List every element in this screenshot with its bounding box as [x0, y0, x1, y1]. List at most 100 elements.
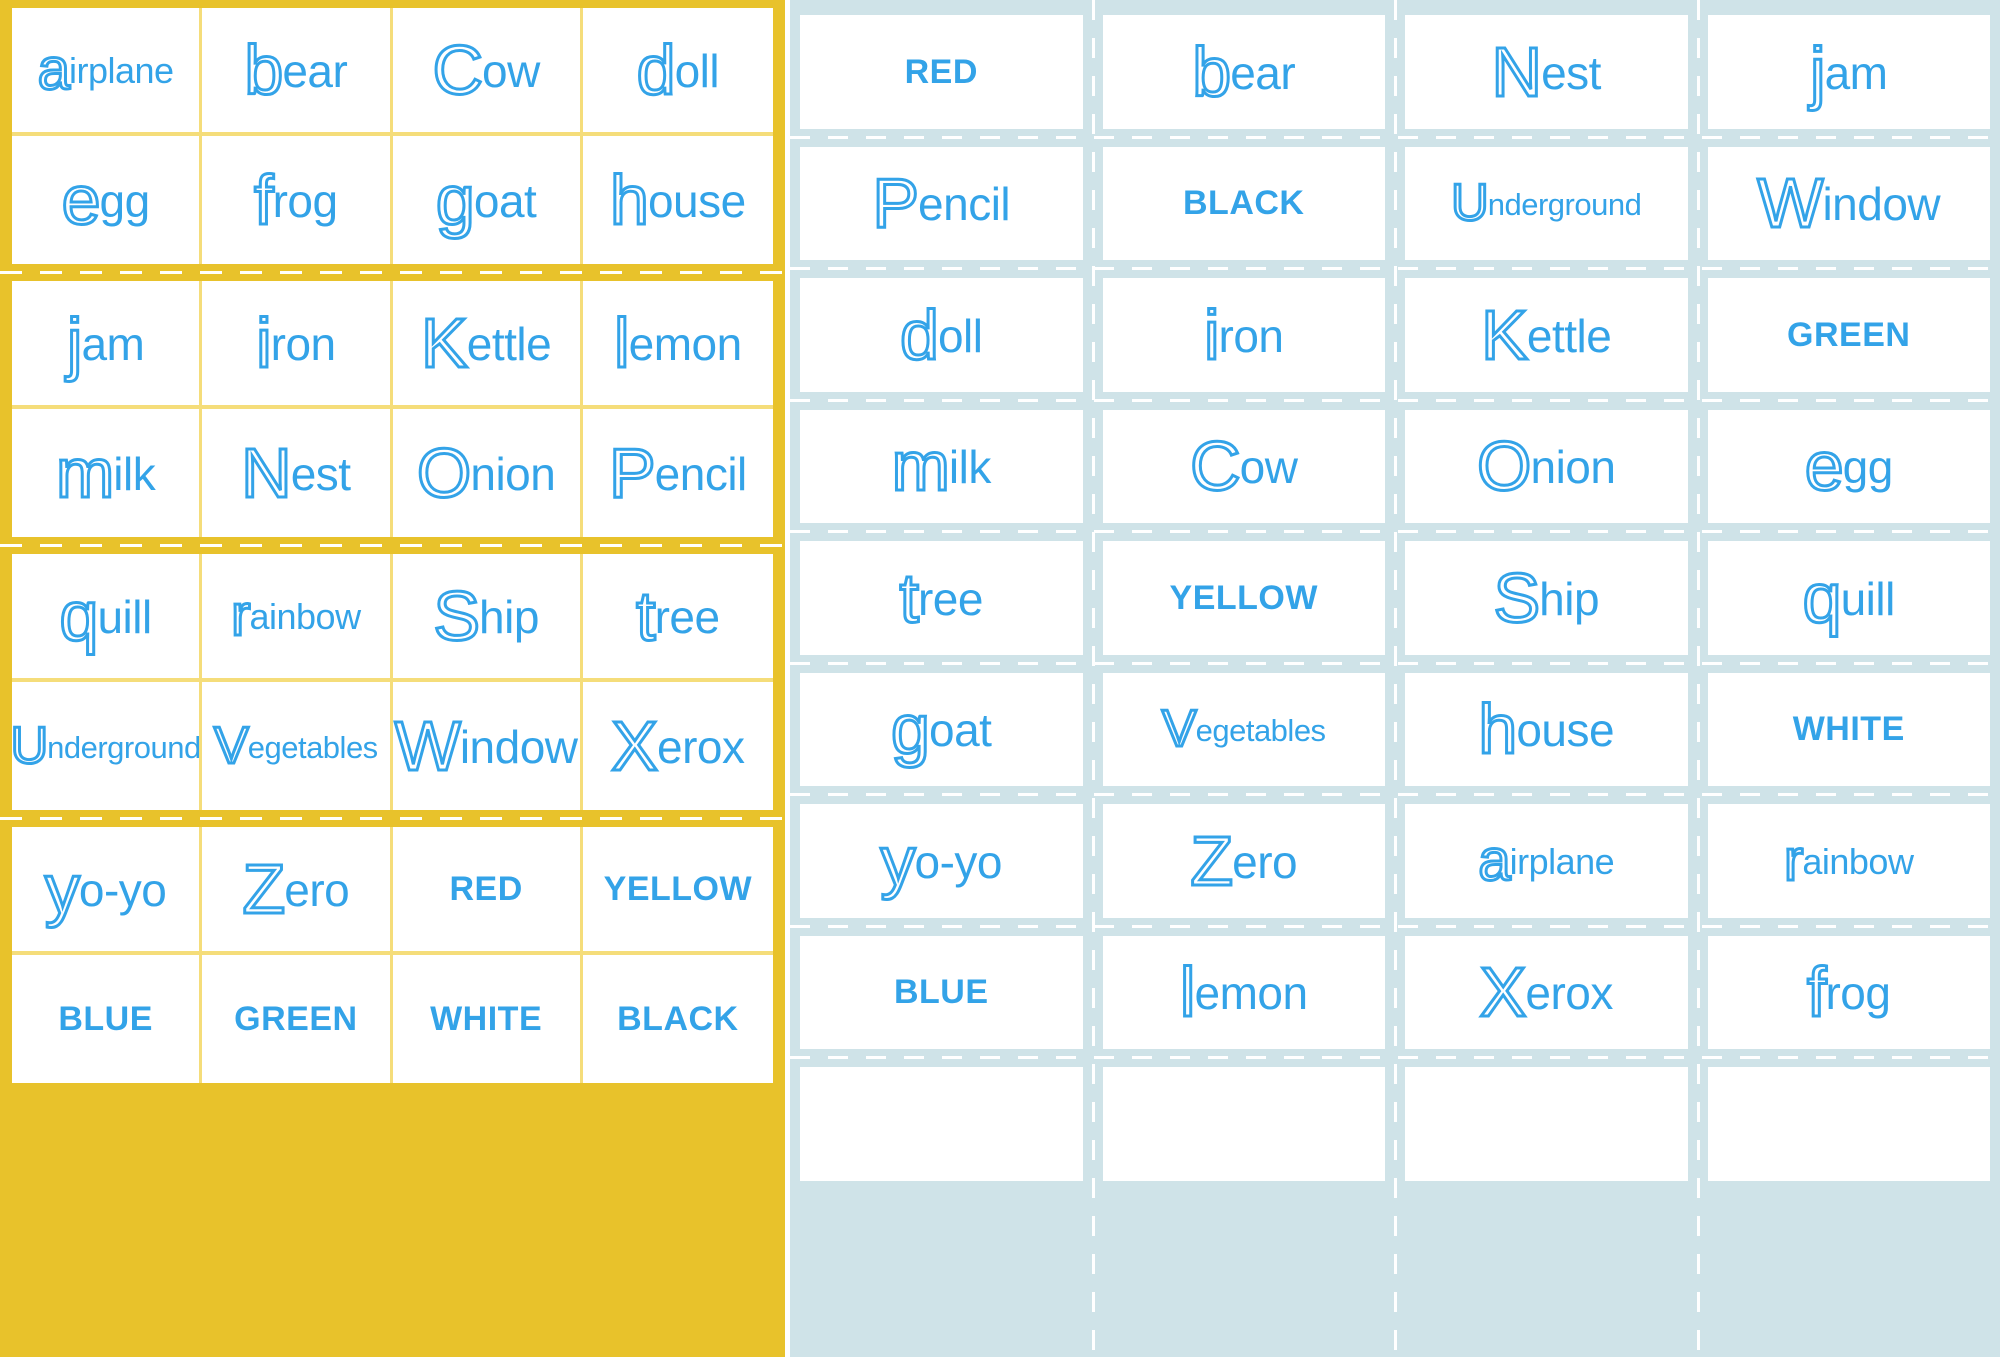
flashcard-cell[interactable]: Kettle — [392, 281, 583, 409]
flashcard-cell[interactable]: Zero — [202, 827, 393, 955]
flashcard-cell[interactable]: Pencil — [582, 409, 773, 537]
flashcard-cell[interactable]: quill — [12, 554, 203, 682]
flashcard-cell[interactable]: yo-yo — [790, 795, 1093, 927]
flashcard-cell[interactable]: milk — [12, 409, 203, 537]
flashcard-cell[interactable]: WHITE — [392, 955, 583, 1083]
flashcard-cell[interactable]: lemon — [582, 281, 773, 409]
flashcard-cell[interactable]: egg — [12, 136, 203, 264]
flashcard-cell[interactable]: doll — [582, 8, 773, 136]
flashcard-cell[interactable]: Onion — [392, 409, 583, 537]
flashcard-cell[interactable]: BLACK — [582, 955, 773, 1083]
flashcard-cell[interactable]: bear — [202, 8, 393, 136]
flashcard-cell[interactable]: Nest — [202, 409, 393, 537]
card-word-picture: goat — [434, 164, 536, 237]
card-word-color: RED — [904, 52, 978, 91]
flashcard-cell[interactable]: airplane — [1395, 795, 1698, 927]
card-word-rest: ouse — [647, 175, 746, 227]
flashcard-card: airplane — [1405, 804, 1688, 918]
flashcard-cell[interactable]: frog — [1698, 927, 2000, 1059]
card-word-picture: egg — [1803, 430, 1893, 503]
flashcard-cell[interactable]: egg — [1698, 401, 2000, 533]
card-word-color: BLACK — [617, 1000, 739, 1038]
flashcard-card: Window — [1707, 146, 1990, 260]
flashcard-cell[interactable]: goat — [790, 664, 1093, 796]
flashcard-card: house — [1405, 672, 1688, 786]
card-word-picture: egg — [60, 164, 150, 237]
flashcard-cell[interactable]: goat — [392, 136, 583, 264]
card-word-initial: O — [415, 434, 472, 512]
flashcard-card: quill — [1707, 541, 1990, 655]
flashcard-card — [1707, 1067, 1990, 1181]
right-flashcard-sheet: RED bear Nest jam Pencil BLACK Underground Wind… — [790, 0, 2000, 1357]
flashcard-cell[interactable]: Vegetables — [202, 682, 393, 810]
flashcard-cell[interactable]: Vegetables — [1093, 664, 1396, 796]
flashcard-cell[interactable]: Underground — [1395, 138, 1698, 270]
flashcard-cell[interactable]: milk — [790, 401, 1093, 533]
flashcard-cell[interactable]: tree — [582, 554, 773, 682]
card-word-picture: bear — [1191, 35, 1296, 108]
flashcard-cell[interactable]: tree — [790, 532, 1093, 664]
flashcard-cell[interactable] — [790, 1058, 1093, 1190]
flashcard-cell[interactable]: Cow — [392, 8, 583, 136]
flashcard-cell[interactable]: Onion — [1395, 401, 1698, 533]
flashcard-card: YELLOW — [1102, 541, 1385, 655]
card-word-rest: ear — [1230, 46, 1296, 99]
flashcard-cell[interactable]: house — [582, 136, 773, 264]
card-word-picture: jam — [1809, 35, 1888, 108]
flashcard-cell[interactable]: iron — [202, 281, 393, 409]
card-word-initial: a — [36, 37, 71, 102]
flashcard-cell[interactable]: rainbow — [202, 554, 393, 682]
flashcard-cell[interactable]: lemon — [1093, 927, 1396, 1059]
flashcard-cell[interactable]: airplane — [12, 8, 203, 136]
flashcard-cell[interactable]: BLACK — [1093, 138, 1396, 270]
flashcard-cell[interactable]: Nest — [1395, 6, 1698, 138]
flashcard-cell[interactable]: doll — [790, 269, 1093, 401]
flashcard-cell[interactable] — [1395, 1058, 1698, 1190]
flashcard-cell[interactable]: GREEN — [202, 955, 393, 1083]
flashcard-cell[interactable]: RED — [790, 6, 1093, 138]
flashcard-cell[interactable]: RED — [392, 827, 583, 955]
card-word-picture: iron — [255, 307, 337, 380]
flashcard-cell[interactable]: BLUE — [790, 927, 1093, 1059]
flashcard-cell[interactable]: Underground — [12, 682, 203, 810]
flashcard-cell[interactable]: Cow — [1093, 401, 1396, 533]
card-word-rest: ow — [1239, 441, 1298, 494]
flashcard-card: Zero — [1102, 804, 1385, 918]
card-word-picture: Ship — [432, 580, 540, 653]
flashcard-cell[interactable]: bear — [1093, 6, 1396, 138]
flashcard-cell[interactable]: Zero — [1093, 795, 1396, 927]
card-word-rest: ron — [1218, 309, 1284, 362]
flashcard-cell[interactable]: yo-yo — [12, 827, 203, 955]
flashcard-cell[interactable]: quill — [1698, 532, 2000, 664]
card-word-initial: g — [434, 161, 476, 239]
flashcard-cell[interactable]: jam — [1698, 6, 2000, 138]
flashcard-cell[interactable]: Ship — [392, 554, 583, 682]
card-word-picture: Pencil — [607, 437, 747, 510]
flashcard-cell[interactable] — [1093, 1058, 1396, 1190]
flashcard-cell[interactable]: YELLOW — [1093, 532, 1396, 664]
flashcard-cell[interactable]: Xerox — [1395, 927, 1698, 1059]
card-word-initial: U — [1450, 174, 1491, 233]
flashcard-cell[interactable]: iron — [1093, 269, 1396, 401]
flashcard-cell[interactable]: Kettle — [1395, 269, 1698, 401]
flashcard-cell[interactable]: GREEN — [1698, 269, 2000, 401]
flashcard-cell[interactable]: Window — [1698, 138, 2000, 270]
flashcard-cell[interactable]: Ship — [1395, 532, 1698, 664]
card-word-rest: est — [290, 448, 351, 500]
flashcard-cell[interactable]: YELLOW — [582, 827, 773, 955]
flashcard-cell[interactable]: jam — [12, 281, 203, 409]
flashcard-cell[interactable]: BLUE — [12, 955, 203, 1083]
flashcard-cell[interactable]: Xerox — [582, 682, 773, 810]
card-word-picture: tree — [898, 561, 983, 634]
flashcard-cell[interactable]: WHITE — [1698, 664, 2000, 796]
flashcard-block: jam iron Kettle lemon milk Nest Onion Pencil — [12, 281, 773, 537]
flashcard-cell[interactable] — [1698, 1058, 2000, 1190]
flashcard-cell[interactable]: Window — [392, 682, 583, 810]
flashcard-cell[interactable]: frog — [202, 136, 393, 264]
card-word-initial: h — [1477, 690, 1519, 769]
flashcard-cell[interactable]: rainbow — [1698, 795, 2000, 927]
flashcard-cell[interactable]: house — [1395, 664, 1698, 796]
flashcard-block: yo-yo Zero RED YELLOW BLUE GREEN WHITE BLACK — [12, 827, 773, 1083]
flashcard-cell[interactable]: Pencil — [790, 138, 1093, 270]
card-word-rest: oat — [928, 704, 992, 757]
